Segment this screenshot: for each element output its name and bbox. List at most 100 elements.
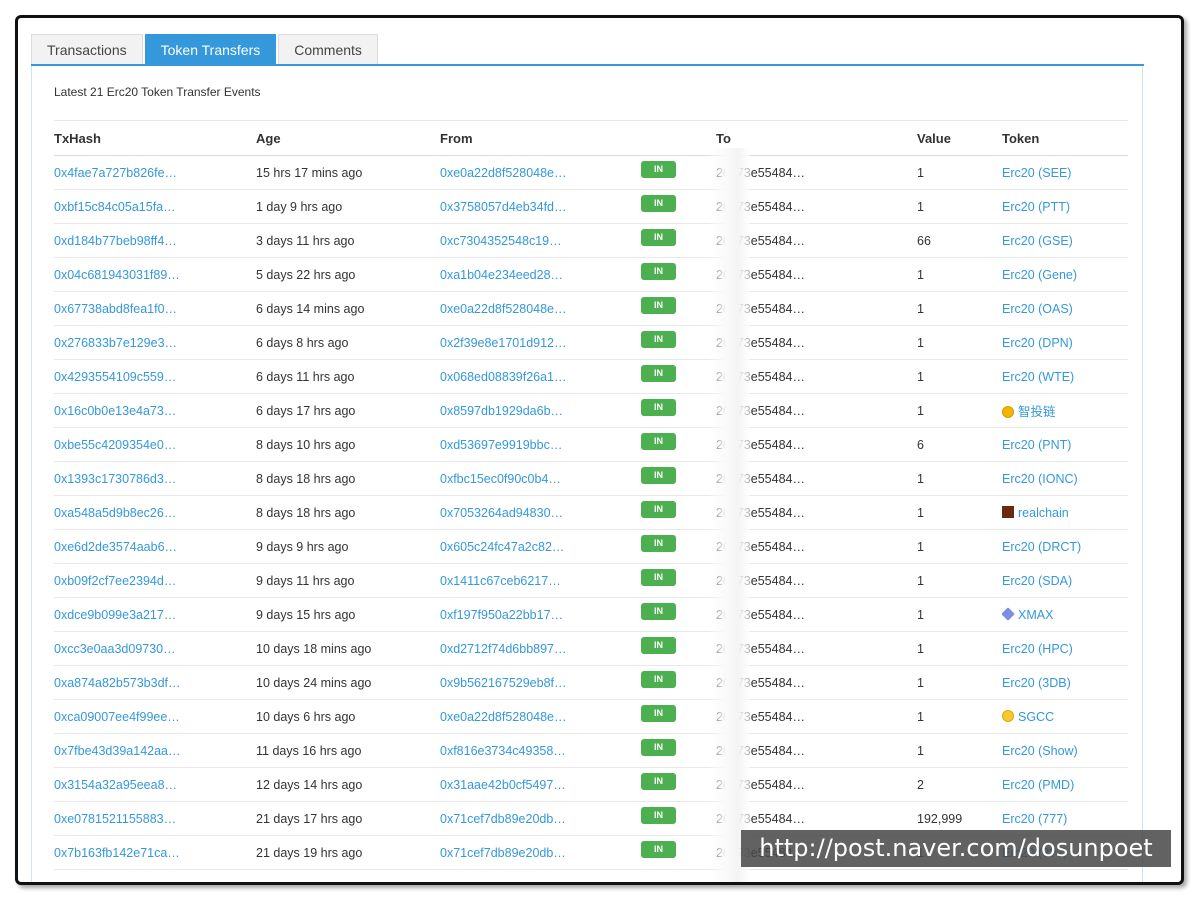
txhash-link[interactable]: 0x1393c1730786d3… xyxy=(54,472,176,486)
txhash-link[interactable]: 0x7b163fb142e71ca… xyxy=(54,846,180,860)
txhash-link[interactable]: 0x3154a32a95eea8… xyxy=(54,778,177,792)
txhash-link[interactable]: 0xbf15c84c05a15fa… xyxy=(54,200,176,214)
value-text: 1 xyxy=(917,301,924,316)
from-address-link[interactable]: 0xe0a22d8f528048e… xyxy=(440,302,567,316)
table-row: 0x4293554109c559… 6 days 11 hrs ago 0x068e… xyxy=(54,359,1128,394)
tab-token-transfers[interactable]: Token Transfers xyxy=(144,34,277,65)
table-row: 0xcc3e0aa3d09730… 10 days 18 mins ago 0xd2… xyxy=(54,631,1128,666)
token-link[interactable]: Erc20 (WTE) xyxy=(1002,370,1074,384)
table-row: 0xd184b77beb98ff4… 3 days 11 hrs ago 0xc73… xyxy=(54,223,1128,258)
from-address-link[interactable]: 0x3758057d4eb34fd… xyxy=(440,200,567,214)
txhash-link[interactable]: 0x16c0b0e13e4a73… xyxy=(54,404,176,418)
token-link[interactable]: Erc20 (OAS) xyxy=(1002,302,1073,316)
table-row: 0x3154a32a95eea8… 12 days 14 hrs ago 0x31a… xyxy=(54,767,1128,802)
direction-badge: IN xyxy=(641,535,676,552)
from-address-link[interactable]: 0xa1b04e234eed28… xyxy=(440,268,563,282)
token-link[interactable]: Erc20 (SDA) xyxy=(1002,574,1072,588)
txhash-link[interactable]: 0xdce9b099e3a217… xyxy=(54,608,176,622)
tab-transactions[interactable]: Transactions xyxy=(31,34,143,65)
age-text: 21 days 19 hrs ago xyxy=(256,845,363,860)
from-address-link[interactable]: 0x068ed08839f26a1… xyxy=(440,370,567,384)
from-address-link[interactable]: 0x1411c67ceb6217… xyxy=(440,574,561,588)
from-address-link[interactable]: 0xf816e3734c49358… xyxy=(440,744,566,758)
value-text: 1 xyxy=(917,641,924,656)
txhash-link[interactable]: 0xe6d2de3574aab6… xyxy=(54,540,177,554)
txhash-link[interactable]: 0x04c681943031f89… xyxy=(54,268,180,282)
txhash-link[interactable]: 0xd184b77beb98ff4… xyxy=(54,234,177,248)
from-address-link[interactable]: 0xf197f950a22bb17… xyxy=(440,608,563,622)
from-address-link[interactable]: 0x9b562167529eb8f… xyxy=(440,676,567,690)
direction-badge: IN xyxy=(641,229,676,246)
table-row: 0xca09007ee4f99ee… 10 days 6 hrs ago 0xe0a… xyxy=(54,699,1128,734)
txhash-link[interactable]: 0xcc3e0aa3d09730… xyxy=(54,642,176,656)
value-text: 192,999 xyxy=(917,811,963,826)
token-link[interactable]: SGCC xyxy=(1018,710,1054,724)
from-address-link[interactable]: 0xe0a22d8f528048e… xyxy=(440,166,567,180)
token-link[interactable]: Erc20 (HPC) xyxy=(1002,642,1073,656)
from-address-link[interactable]: 0xd53697e9919bbc… xyxy=(440,438,562,452)
col-header-from: From xyxy=(440,120,641,156)
from-address-link[interactable]: 0x7053264ad94830… xyxy=(440,506,563,520)
direction-badge: IN xyxy=(641,637,676,654)
redaction-blur xyxy=(710,148,750,882)
table-row: 0x1393c1730786d3… 8 days 18 hrs ago 0xfbc1… xyxy=(54,461,1128,496)
txhash-link[interactable]: 0x67738abd8fea1f0… xyxy=(54,302,177,316)
token-link[interactable]: Erc20 (GSE) xyxy=(1002,234,1073,248)
token-link[interactable]: Erc20 (IONC) xyxy=(1002,472,1078,486)
txhash-link[interactable]: 0x4fae7a727b826fe… xyxy=(54,166,177,180)
token-link[interactable]: Erc20 (DRCT) xyxy=(1002,540,1081,554)
token-link[interactable]: Erc20 (Gene) xyxy=(1002,268,1077,282)
txhash-link[interactable]: 0xa874a82b573b3df… xyxy=(54,676,181,690)
token-link[interactable]: Erc20 (3DB) xyxy=(1002,676,1071,690)
age-text: 15 hrs 17 mins ago xyxy=(256,165,363,180)
token-link[interactable]: XMAX xyxy=(1018,608,1053,622)
value-text: 1 xyxy=(917,199,924,214)
from-address-link[interactable]: 0xfbc15ec0f90c0b4… xyxy=(440,472,561,486)
table-row: 0xb09f2cf7ee2394d… 9 days 11 hrs ago 0x141… xyxy=(54,563,1128,598)
from-address-link[interactable]: 0x8597db1929da6b… xyxy=(440,404,563,418)
txhash-link[interactable]: 0xbe55c4209354e0… xyxy=(54,438,176,452)
from-address-link[interactable]: 0x71cef7db89e20db… xyxy=(440,812,566,826)
txhash-link[interactable]: 0xb09f2cf7ee2394d… xyxy=(54,574,176,588)
tab-bar: Transactions Token Transfers Comments xyxy=(31,34,380,65)
token-link[interactable]: Erc20 (DPN) xyxy=(1002,336,1073,350)
value-text: 1 xyxy=(917,267,924,282)
value-text: 1 xyxy=(917,709,924,724)
value-text: 1 xyxy=(917,675,924,690)
value-text: 1 xyxy=(917,403,924,418)
age-text: 5 days 22 hrs ago xyxy=(256,267,356,282)
value-text: 1 xyxy=(917,573,924,588)
txhash-link[interactable]: 0xe0781521155883… xyxy=(54,812,176,826)
txhash-link[interactable]: 0x7fbe43d39a142aa… xyxy=(54,744,181,758)
token-link[interactable]: Erc20 (PTT) xyxy=(1002,200,1070,214)
token-link[interactable]: Erc20 (777) xyxy=(1002,812,1067,826)
table-header-row: TxHash Age From To Value Token xyxy=(54,120,1128,156)
token-link[interactable]: Erc20 (Show) xyxy=(1002,744,1078,758)
from-address-link[interactable]: 0x71cef7db89e20db… xyxy=(440,846,566,860)
age-text: 3 days 11 hrs ago xyxy=(256,233,355,248)
table-row: 0xdce9b099e3a217… 9 days 15 hrs ago 0xf197… xyxy=(54,597,1128,632)
value-text: 1 xyxy=(917,607,924,622)
value-text: 1 xyxy=(917,743,924,758)
txhash-link[interactable]: 0xca09007ee4f99ee… xyxy=(54,710,180,724)
from-address-link[interactable]: 0xc7304352548c19… xyxy=(440,234,562,248)
from-address-link[interactable]: 0x31aae42b0cf5497… xyxy=(440,778,566,792)
from-address-link[interactable]: 0xe0a22d8f528048e… xyxy=(440,710,567,724)
col-header-value: Value xyxy=(917,120,1002,156)
age-text: 11 days 16 hrs ago xyxy=(256,743,362,758)
direction-badge: IN xyxy=(641,263,676,280)
from-address-link[interactable]: 0xd2712f74d6bb897… xyxy=(440,642,567,656)
token-link[interactable]: 智投链 xyxy=(1018,405,1056,419)
txhash-link[interactable]: 0xa548a5d9b8ec26… xyxy=(54,506,176,520)
from-address-link[interactable]: 0x605c24fc47a2c82… xyxy=(440,540,564,554)
direction-badge: IN xyxy=(641,195,676,212)
token-link[interactable]: Erc20 (PMD) xyxy=(1002,778,1074,792)
age-text: 21 days 17 hrs ago xyxy=(256,811,363,826)
txhash-link[interactable]: 0x276833b7e129e3… xyxy=(54,336,177,350)
tab-comments[interactable]: Comments xyxy=(278,34,378,65)
token-link[interactable]: Erc20 (SEE) xyxy=(1002,166,1071,180)
txhash-link[interactable]: 0x4293554109c559… xyxy=(54,370,176,384)
from-address-link[interactable]: 0x2f39e8e1701d912… xyxy=(440,336,567,350)
token-link[interactable]: Erc20 (PNT) xyxy=(1002,438,1071,452)
token-link[interactable]: realchain xyxy=(1018,506,1069,520)
